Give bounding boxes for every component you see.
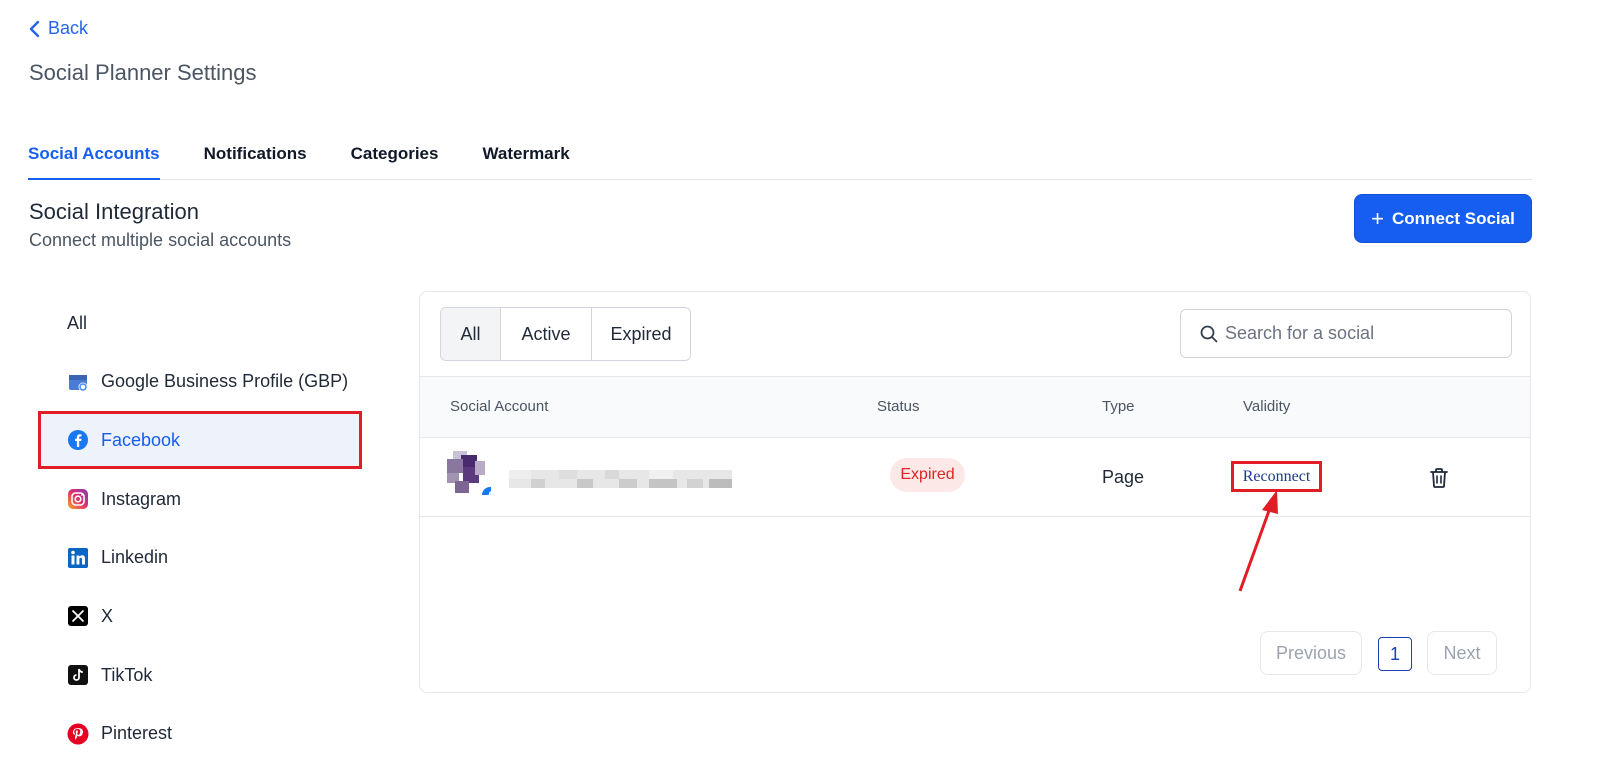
sidebar-item-label: Pinterest xyxy=(101,723,173,744)
status-badge: Expired xyxy=(890,458,965,492)
connect-social-label: Connect Social xyxy=(1392,208,1515,228)
connect-social-button[interactable]: + Connect Social xyxy=(1354,194,1532,243)
search-input[interactable] xyxy=(1225,323,1505,344)
filter-expired-button[interactable]: Expired xyxy=(592,308,690,360)
platform-sidebar: All Google Business Profile (GBP) Facebo… xyxy=(38,294,362,764)
tiktok-icon xyxy=(67,664,89,686)
table-row: Expired Page Reconnect xyxy=(420,438,1530,517)
tab-notifications[interactable]: Notifications xyxy=(204,138,307,179)
column-header-status: Status xyxy=(877,398,920,415)
sidebar-item-tiktok[interactable]: TikTok xyxy=(38,646,362,704)
filter-all-button[interactable]: All xyxy=(441,308,501,360)
reconnect-button[interactable]: Reconnect xyxy=(1231,461,1322,492)
tab-social-accounts[interactable]: Social Accounts xyxy=(28,138,160,180)
status-filter-group: All Active Expired xyxy=(440,307,691,361)
sidebar-item-label: TikTok xyxy=(101,664,153,685)
page-title: Social Planner Settings xyxy=(29,60,257,85)
avatar xyxy=(447,451,491,495)
sidebar-item-label: Linkedin xyxy=(101,547,169,568)
x-icon xyxy=(67,605,89,627)
gbp-icon xyxy=(67,371,89,393)
accounts-panel: All Active Expired Social Account Status… xyxy=(419,291,1531,693)
sidebar-item-gbp[interactable]: Google Business Profile (GBP) xyxy=(38,353,362,411)
column-header-type: Type xyxy=(1102,398,1135,415)
search-box xyxy=(1180,309,1512,358)
column-header-validity: Validity xyxy=(1243,398,1291,415)
sidebar-item-facebook[interactable]: Facebook xyxy=(38,411,362,470)
sidebar-item-label: X xyxy=(101,605,114,626)
account-type: Page xyxy=(1102,467,1145,487)
section-subtitle: Connect multiple social accounts xyxy=(29,230,292,250)
column-header-social-account: Social Account xyxy=(450,398,549,415)
sidebar-item-label: All xyxy=(67,312,88,333)
tab-watermark[interactable]: Watermark xyxy=(482,138,569,179)
section-title: Social Integration xyxy=(29,199,199,224)
instagram-icon xyxy=(67,488,89,510)
filter-active-button[interactable]: Active xyxy=(501,308,592,360)
linkedin-icon xyxy=(67,547,89,569)
sidebar-item-label: Instagram xyxy=(101,488,182,509)
plus-icon: + xyxy=(1371,205,1385,231)
facebook-icon xyxy=(67,429,89,451)
page-number-button[interactable]: 1 xyxy=(1378,637,1412,671)
table-header: Social Account Status Type Validity xyxy=(420,376,1530,438)
sidebar-item-all[interactable]: All xyxy=(38,294,362,352)
sidebar-item-label: Google Business Profile (GBP) xyxy=(101,371,349,392)
sidebar-item-linkedin[interactable]: Linkedin xyxy=(38,529,362,587)
chevron-left-icon xyxy=(29,20,40,37)
sidebar-item-instagram[interactable]: Instagram xyxy=(38,470,362,528)
trash-icon[interactable] xyxy=(1429,467,1449,489)
sidebar-item-x[interactable]: X xyxy=(38,587,362,645)
previous-page-button[interactable]: Previous xyxy=(1260,631,1362,675)
back-label: Back xyxy=(48,18,89,38)
sidebar-item-label: Facebook xyxy=(101,429,181,450)
sidebar-item-pinterest[interactable]: Pinterest xyxy=(38,705,362,763)
search-icon xyxy=(1200,325,1218,342)
account-name-redacted xyxy=(509,470,732,488)
settings-tabs: Social Accounts Notifications Categories… xyxy=(28,138,1532,180)
back-link[interactable]: Back xyxy=(28,18,88,39)
next-page-button[interactable]: Next xyxy=(1427,631,1497,675)
pinterest-icon xyxy=(67,723,89,745)
tab-categories[interactable]: Categories xyxy=(351,138,439,179)
